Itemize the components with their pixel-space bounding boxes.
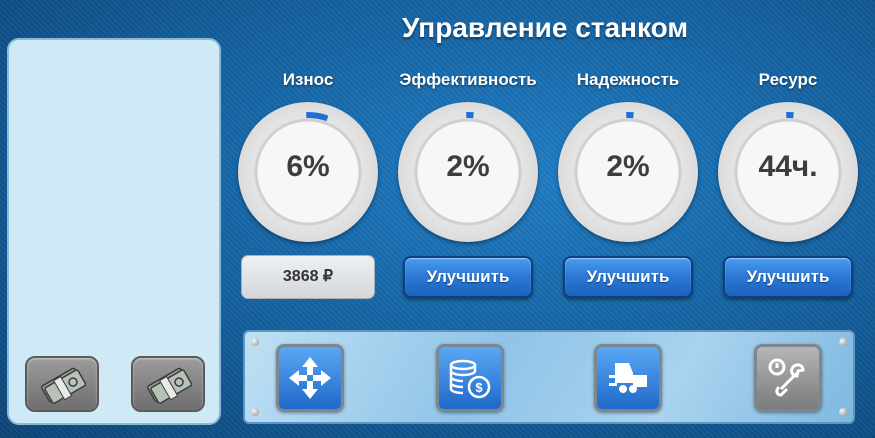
move-arrows-icon (289, 357, 331, 399)
gauge-wear: 6% (238, 102, 378, 242)
svg-text:$: $ (475, 380, 483, 395)
gauge-value-efficiency: 2% (446, 150, 490, 183)
gauge-label-resource: Ресурс (758, 70, 818, 89)
money-button-2[interactable] (131, 356, 205, 412)
money-icon (147, 367, 193, 404)
screw-decoration (251, 408, 259, 416)
side-panel (7, 38, 221, 425)
money-icon (41, 367, 87, 404)
gauge-efficiency: 2% (398, 102, 538, 242)
price-display: 3868 ₽ (241, 255, 375, 299)
upgrade-resource-button[interactable]: Улучшить (723, 256, 853, 298)
move-button[interactable] (276, 344, 344, 412)
warehouse-button[interactable] (594, 344, 662, 412)
screw-decoration (251, 338, 259, 346)
upgrade-reliability-button[interactable]: Улучшить (563, 256, 693, 298)
gauge-label-wear: Износ (282, 70, 334, 89)
upgrade-efficiency-button[interactable]: Улучшить (403, 256, 533, 298)
repair-button[interactable] (754, 344, 822, 412)
forklift-icon (609, 363, 647, 393)
screw-decoration (839, 338, 847, 346)
wrench-icon (768, 358, 805, 397)
money-button-1[interactable] (25, 356, 99, 412)
coins-icon: $ (449, 359, 491, 399)
gauge-resource: 44ч. (718, 102, 858, 242)
gauge-reliability: 2% (558, 102, 698, 242)
gauge-progress-arc (306, 112, 329, 122)
finance-button[interactable]: $ (436, 344, 504, 412)
gauge-value-wear: 6% (286, 150, 330, 183)
gauge-value-reliability: 2% (606, 150, 650, 183)
page-title: Управление станком (401, 12, 689, 43)
gauge-value-resource: 44ч. (758, 150, 818, 183)
gauge-label-efficiency: Эффективность (399, 70, 537, 89)
gauge-label-reliability: Надежность (576, 70, 680, 89)
screw-decoration (839, 408, 847, 416)
bottom-toolbar: $ (243, 330, 855, 424)
